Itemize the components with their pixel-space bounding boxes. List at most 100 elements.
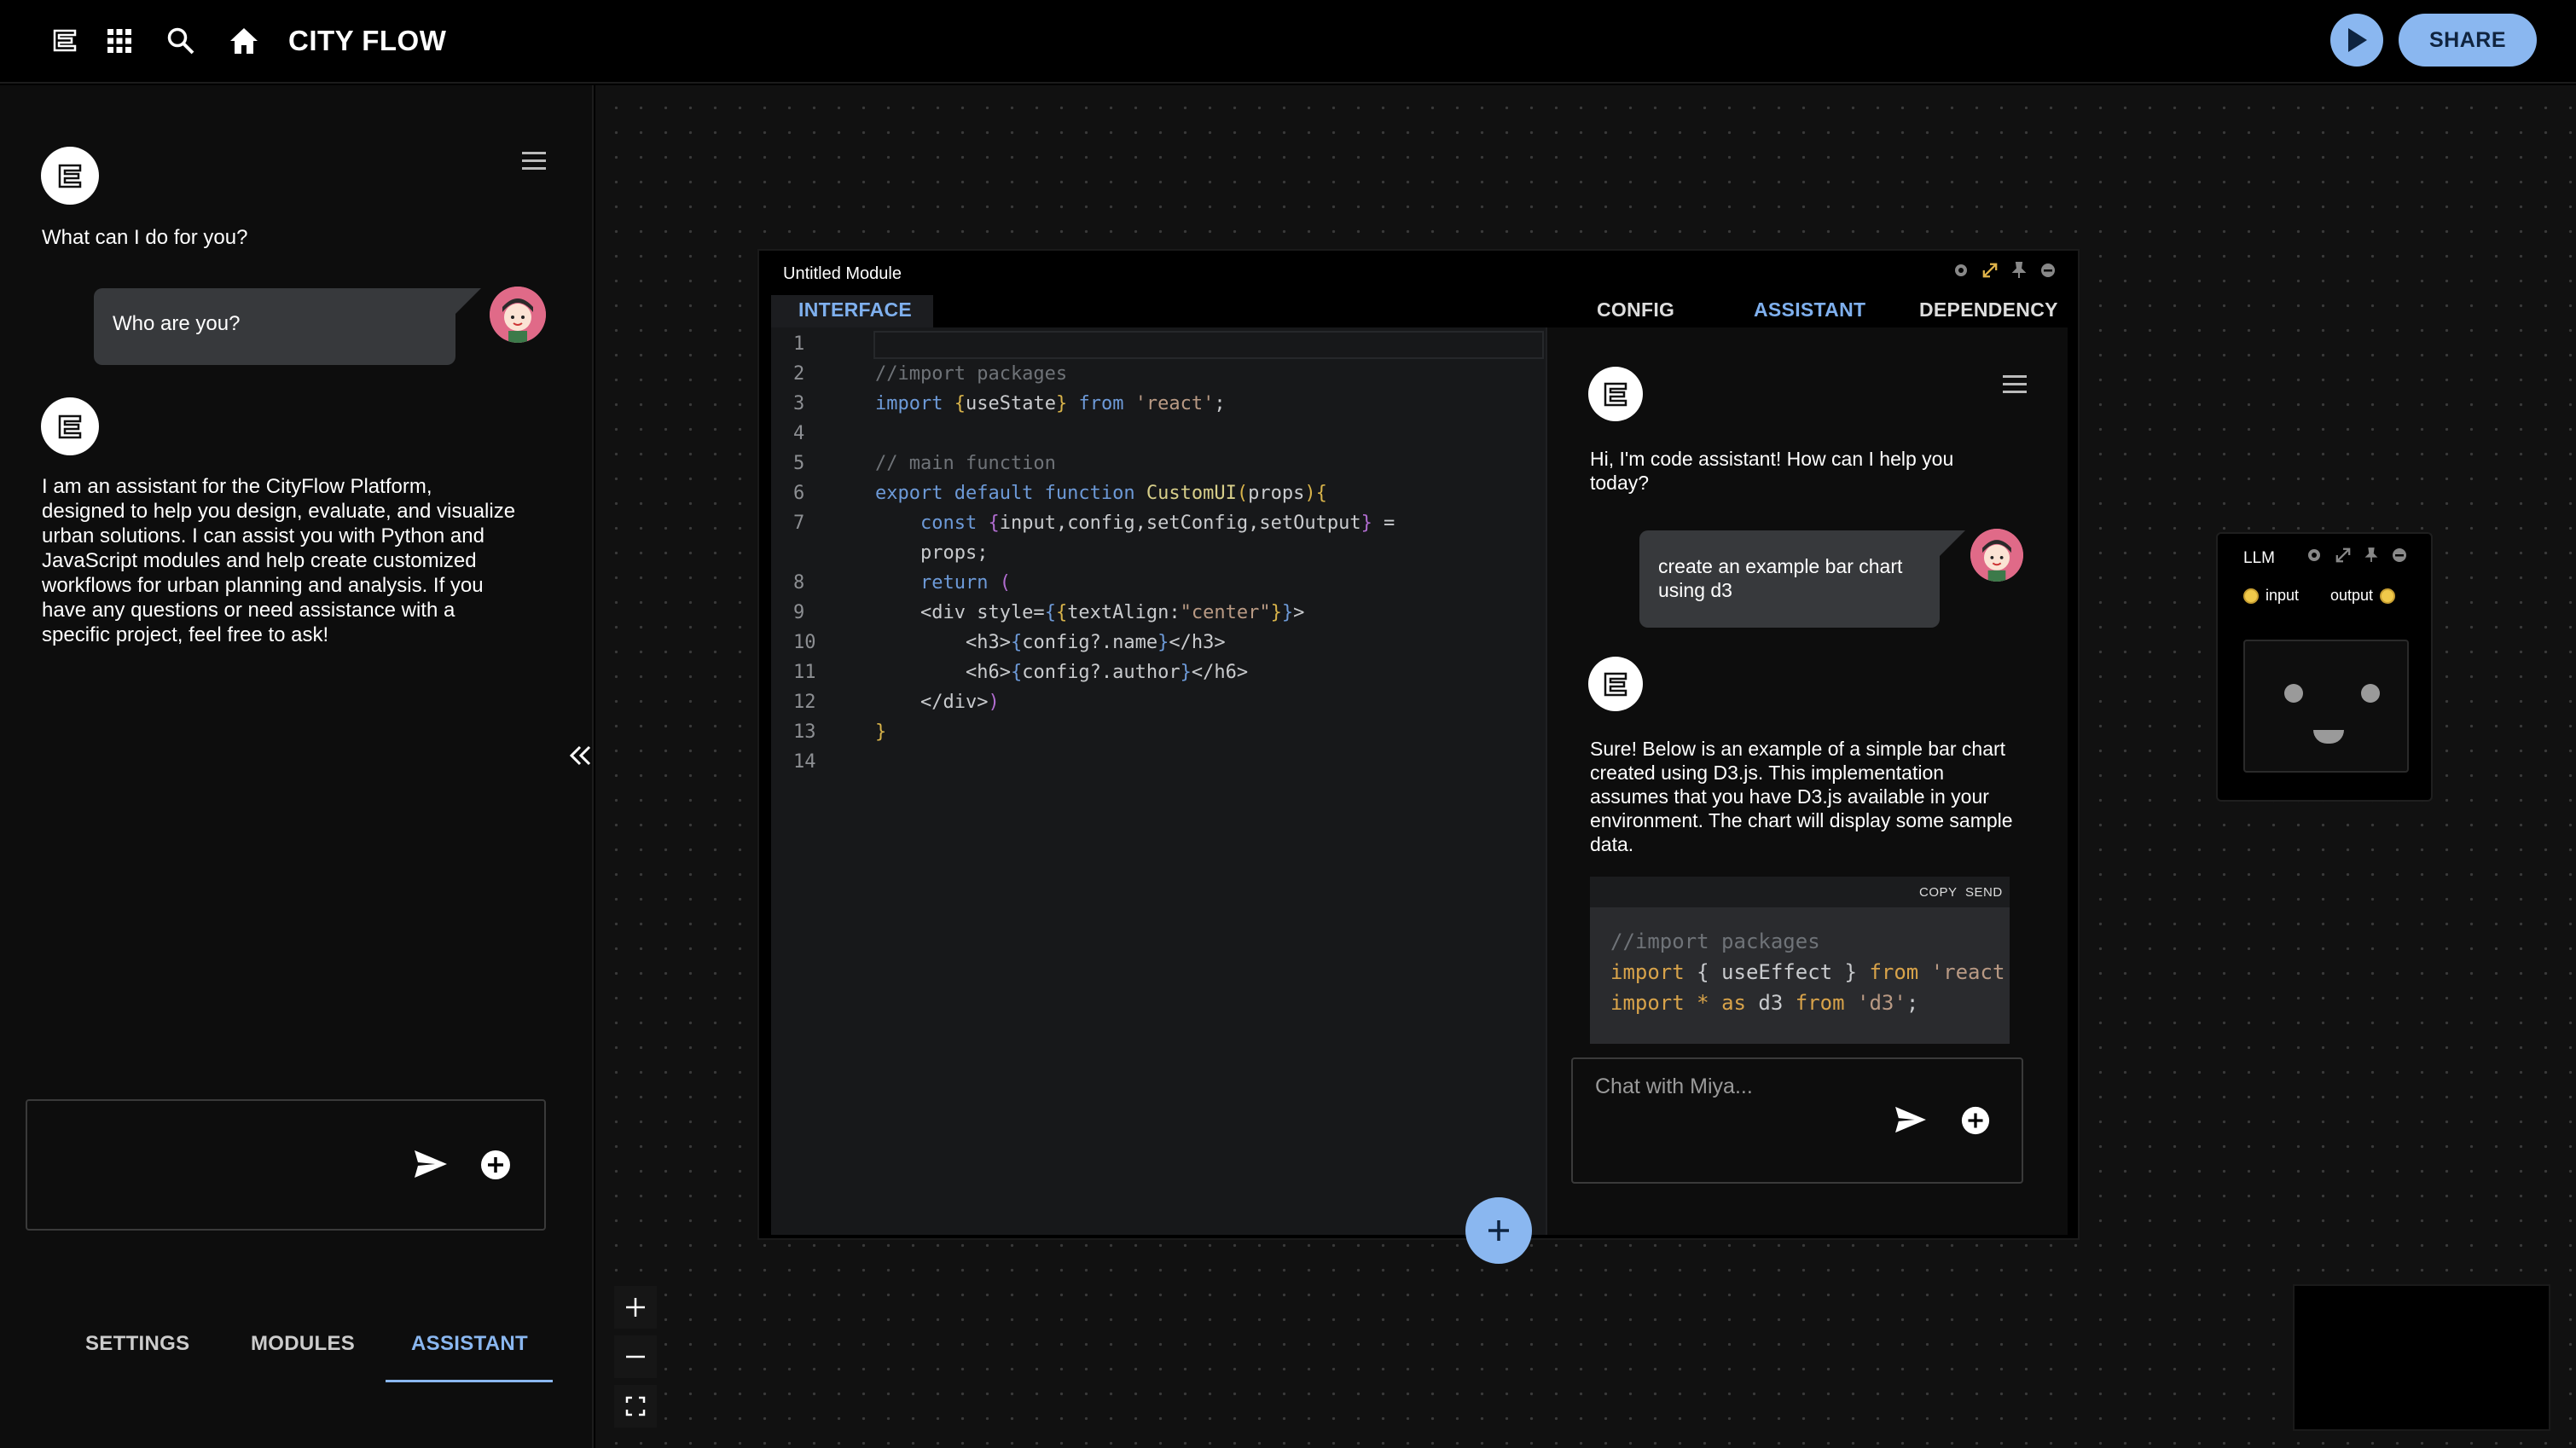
add-attachment-icon[interactable] (479, 1149, 512, 1185)
assistant-logo-icon (41, 397, 99, 455)
menu-icon[interactable] (522, 152, 546, 171)
code-assistant-panel: Hi, I'm code assistant! How can I help y… (1547, 327, 2068, 1235)
line-number: 6 (793, 483, 805, 504)
app-title: CITY FLOW (288, 25, 447, 56)
line-number: 5 (793, 453, 805, 474)
code-line: 13} (771, 717, 1546, 747)
chat-input-placeholder: Chat with Miya... (1595, 1074, 1753, 1098)
code-snippet-line: import { useEffect } from 'react' (1610, 960, 2010, 984)
menu-icon[interactable] (2003, 375, 2027, 394)
line-number: 7 (793, 513, 805, 534)
code-snippet-line: import * as d3 from 'd3'; (1610, 991, 1919, 1015)
line-number: 1 (793, 333, 805, 355)
copy-button[interactable]: COPY (1919, 885, 1958, 900)
tab-config[interactable]: CONFIG (1597, 298, 1674, 321)
collapse-sidebar-icon[interactable] (563, 738, 597, 773)
run-button[interactable] (2330, 14, 2383, 67)
expand-icon[interactable] (2335, 547, 2351, 563)
add-attachment-icon[interactable] (1960, 1105, 1991, 1140)
input-port[interactable]: input (2243, 587, 2299, 605)
code-line: 11 <h6>{config?.author}</h6> (771, 657, 1546, 687)
line-number: 13 (793, 721, 816, 743)
code-line: 3 import {useState} from 'react'; (771, 389, 1546, 419)
active-tab-indicator (386, 1380, 553, 1382)
input-port-label: input (2266, 587, 2300, 604)
code-line: 8 return ( (771, 568, 1546, 598)
code-editor[interactable]: 1 2//import packages 3 import {useState} … (771, 327, 1546, 1264)
code-line: 10 <h3>{config?.name}</h3> (771, 628, 1546, 657)
chat-input[interactable] (26, 1099, 546, 1231)
tab-modules[interactable]: MODULES (251, 1332, 355, 1356)
user-avatar (490, 287, 546, 343)
code-line: 4 (771, 419, 1546, 449)
window-controls (1953, 262, 2056, 278)
port-dot[interactable] (2243, 588, 2259, 604)
minimize-icon[interactable] (2392, 547, 2407, 563)
top-bar: CITY FLOW SHARE (0, 0, 2576, 84)
plus-icon (1488, 1220, 1509, 1241)
code-snippet-header: COPY SEND (1590, 877, 2010, 907)
port-dot[interactable] (2380, 588, 2396, 604)
home-icon[interactable] (225, 22, 263, 60)
user-avatar (1970, 529, 2023, 582)
module-title: Untitled Module (783, 264, 902, 283)
send-icon[interactable] (1894, 1105, 1928, 1138)
assistant-greeting: Hi, I'm code assistant! How can I help y… (1590, 448, 1954, 494)
settings-dot-icon[interactable] (2306, 547, 2322, 563)
code-line: 9 <div style={{textAlign:"center"}}> (771, 598, 1546, 628)
code-snippet: COPY SEND //import packages import { use… (1590, 877, 2010, 1044)
module-tabs: INTERFACE CONFIG ASSISTANT DEPENDENCY (771, 295, 2068, 329)
tab-interface[interactable]: INTERFACE (798, 298, 912, 321)
module-window[interactable]: Untitled Module INTERFACE CONFIG ASSISTA… (757, 249, 2080, 1264)
code-line: 1 (771, 329, 1546, 359)
code-line: 7 const {input,config,setConfig,setOutpu… (771, 508, 1546, 538)
llm-node[interactable]: LLM input output (2216, 532, 2433, 802)
add-code-button[interactable] (1465, 1197, 1532, 1264)
llm-node-title: LLM (2243, 549, 2275, 567)
code-line: 14 (771, 747, 1546, 777)
assistant-reply: I am an assistant for the CityFlow Platf… (42, 475, 516, 646)
minus-icon (626, 1355, 645, 1358)
pin-icon[interactable] (2364, 547, 2378, 563)
sidebar-tabs: SETTINGS MODULES ASSISTANT (0, 1332, 594, 1383)
zoom-in-button[interactable] (614, 1286, 657, 1329)
output-port[interactable]: output (2330, 587, 2396, 605)
share-button[interactable]: SHARE (2399, 14, 2537, 67)
code-line: 2//import packages (771, 359, 1546, 389)
code-line: 5// main function (771, 449, 1546, 478)
code-line: 6 export default function CustomUI(props)… (771, 478, 1546, 508)
minimize-icon[interactable] (2040, 263, 2056, 278)
line-number: 9 (793, 602, 805, 623)
tab-settings[interactable]: SETTINGS (85, 1332, 189, 1356)
user-message: Who are you? (94, 288, 481, 365)
send-icon[interactable] (413, 1149, 449, 1184)
code-assistant-chat-input[interactable]: Chat with Miya... (1571, 1057, 2023, 1184)
zoom-out-button[interactable] (614, 1335, 657, 1378)
plus-icon (626, 1298, 645, 1317)
code-line: 12 </div>) (771, 687, 1546, 717)
play-icon (2348, 28, 2367, 52)
fullscreen-icon (625, 1396, 646, 1416)
user-message-text: Who are you? (113, 312, 241, 335)
fit-view-button[interactable] (614, 1385, 657, 1428)
line-number: 11 (793, 662, 816, 683)
expand-icon[interactable] (1982, 263, 1998, 278)
search-icon[interactable] (162, 22, 200, 60)
line-number: 12 (793, 692, 816, 713)
code-line: props; (875, 542, 989, 564)
output-port-label: output (2330, 587, 2374, 604)
line-number: 4 (793, 423, 805, 444)
send-code-button[interactable]: SEND (1965, 885, 2003, 900)
line-number: 14 (793, 751, 816, 773)
tab-module-assistant[interactable]: ASSISTANT (1754, 298, 1865, 321)
settings-dot-icon[interactable] (1953, 263, 1969, 278)
flow-canvas[interactable]: Untitled Module INTERFACE CONFIG ASSISTA… (595, 85, 2576, 1448)
assistant-reply: Sure! Below is an example of a simple ba… (1590, 738, 2013, 855)
apps-grid-icon[interactable] (101, 22, 138, 60)
tab-assistant[interactable]: ASSISTANT (411, 1332, 528, 1356)
minimap[interactable] (2293, 1284, 2550, 1431)
pin-icon[interactable] (2011, 262, 2027, 278)
assistant-logo-icon (1588, 657, 1643, 711)
tab-dependency[interactable]: DEPENDENCY (1919, 298, 2058, 321)
logo-icon[interactable] (46, 22, 84, 60)
